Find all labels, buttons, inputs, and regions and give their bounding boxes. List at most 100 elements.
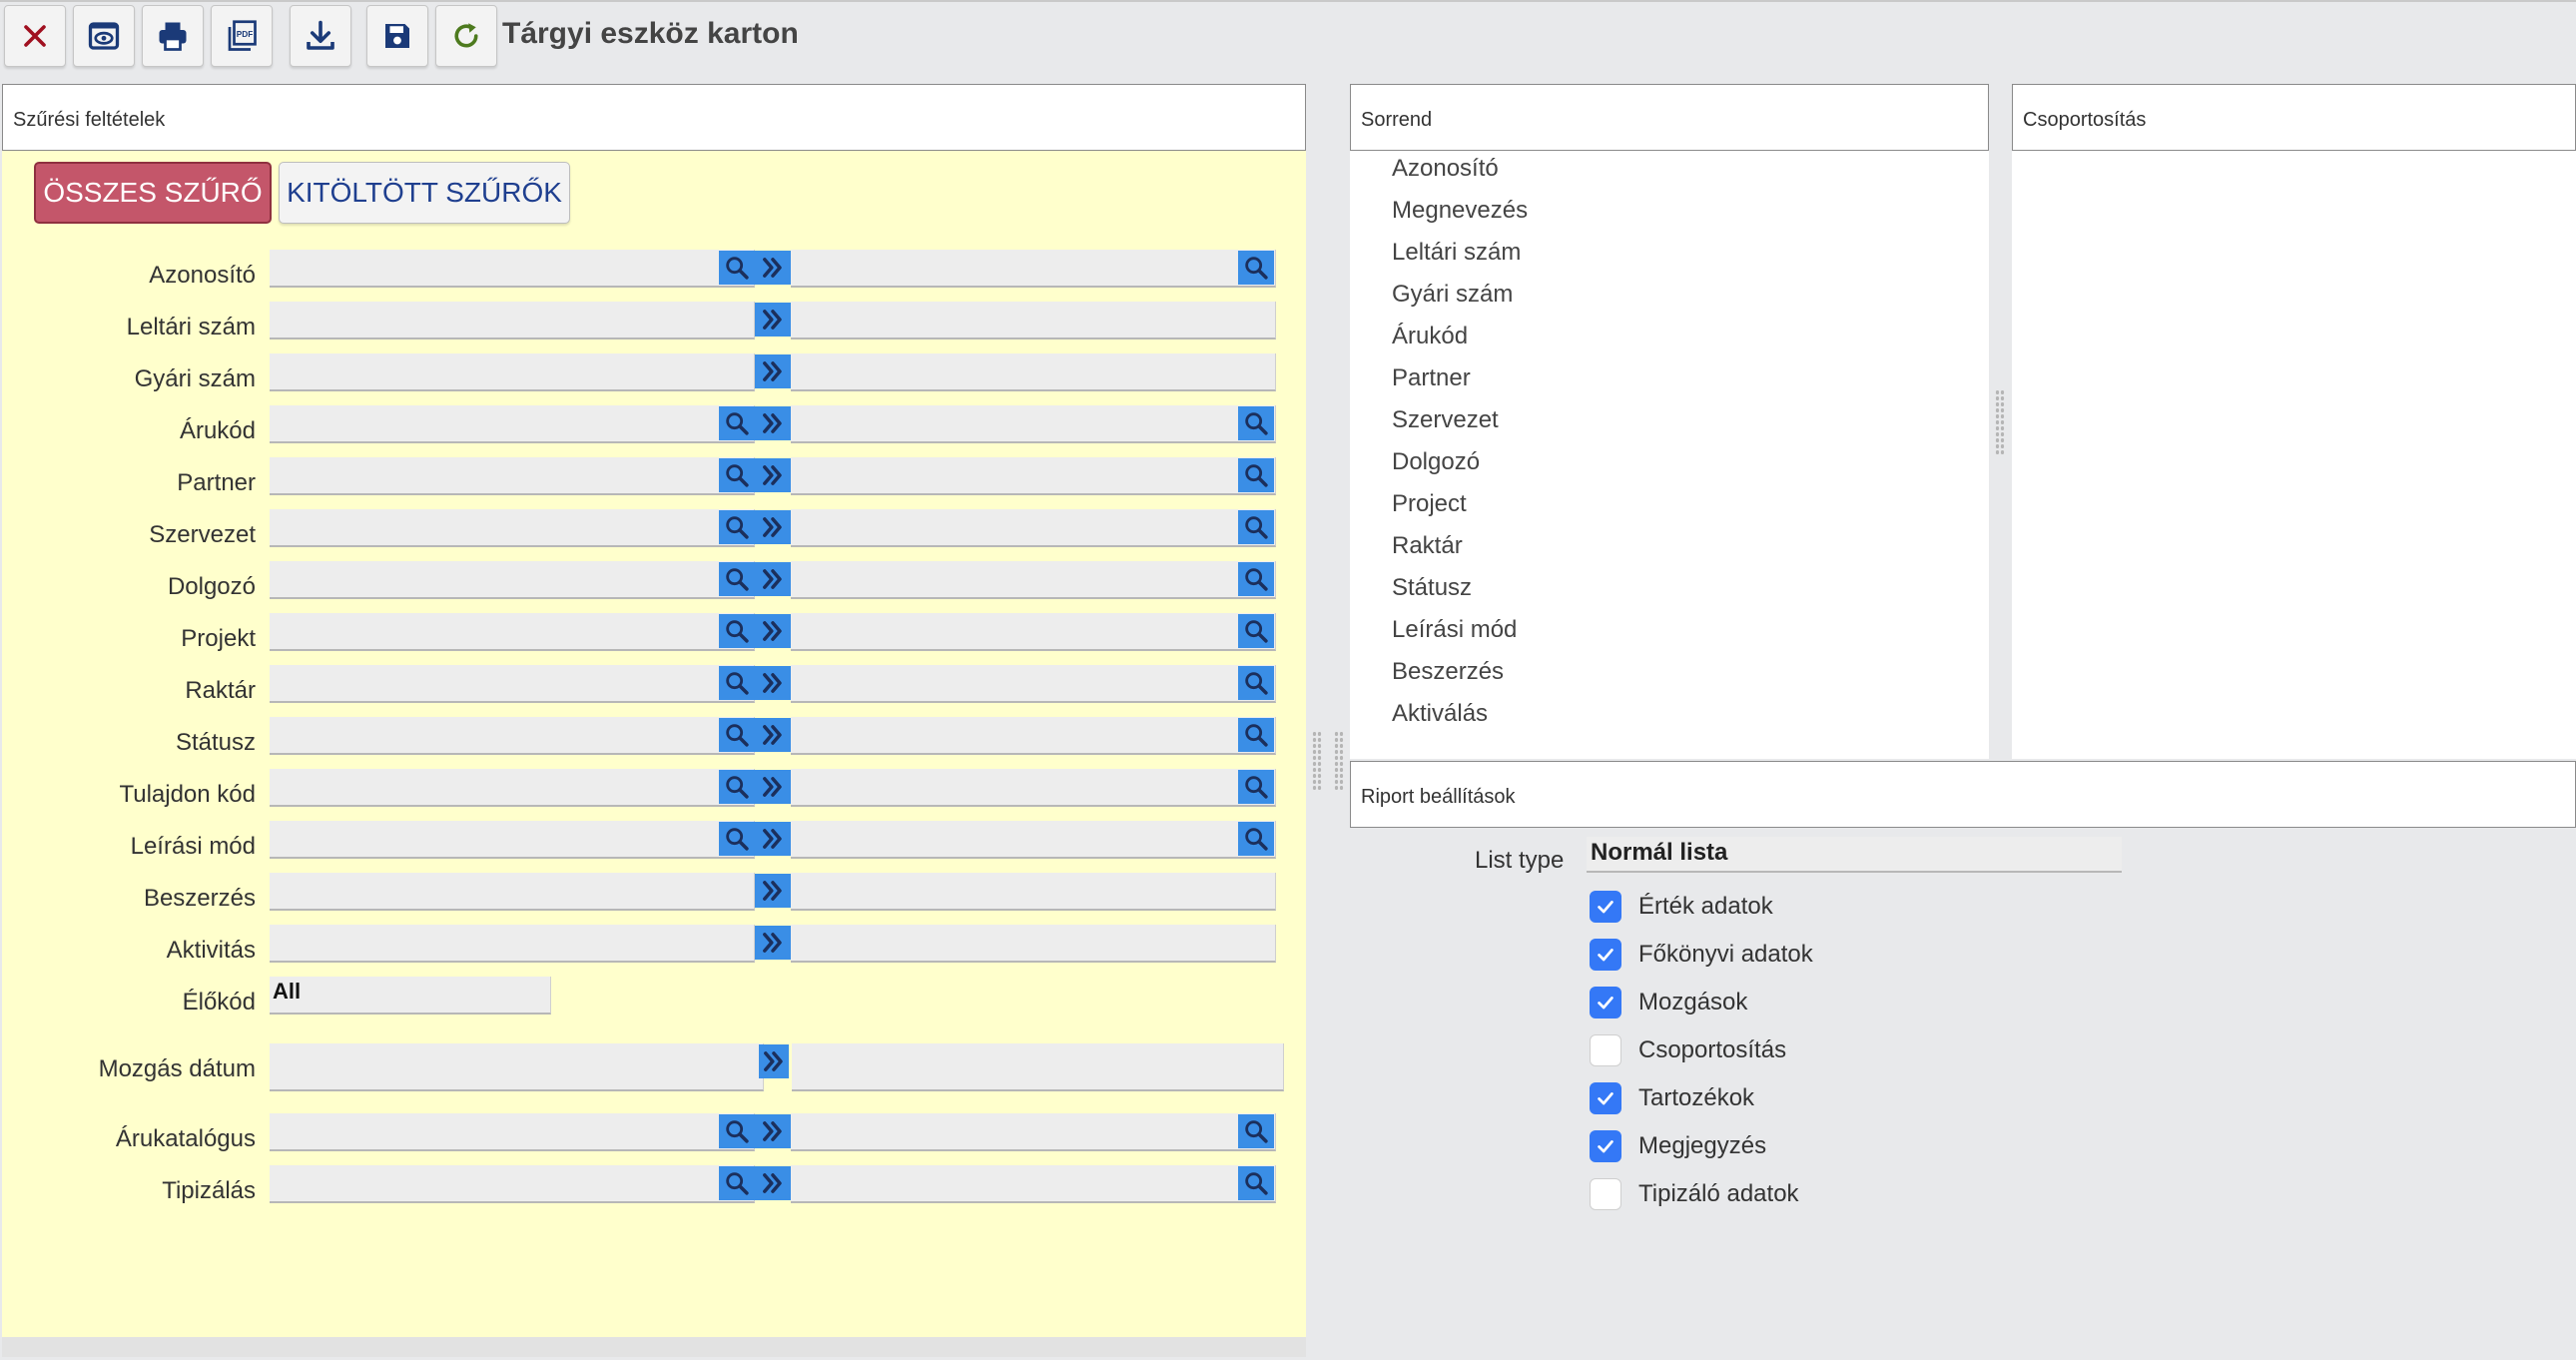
preview-button[interactable] <box>73 5 135 67</box>
filter-to-input[interactable] <box>791 457 1276 495</box>
filter-to-input[interactable] <box>791 613 1276 651</box>
range-arrow-button[interactable] <box>755 251 791 285</box>
sort-list-item[interactable]: Státusz <box>1392 574 1472 602</box>
range-arrow-button[interactable] <box>755 458 791 492</box>
range-arrow-button[interactable] <box>755 406 791 440</box>
filter-from-input[interactable] <box>270 769 755 807</box>
filter-from-input[interactable] <box>270 302 755 340</box>
checkbox-checked[interactable] <box>1590 939 1621 971</box>
sort-list-item[interactable]: Leírási mód <box>1392 616 1517 644</box>
filter-to-input[interactable] <box>791 561 1276 599</box>
search-button[interactable] <box>719 1114 755 1148</box>
sort-list-item[interactable]: Árukód <box>1392 323 1468 350</box>
report-option[interactable]: Csoportosítás <box>1590 1033 1786 1067</box>
sort-list-item[interactable]: Leltári szám <box>1392 239 1521 267</box>
filter-to-input[interactable] <box>791 925 1276 963</box>
checkbox-unchecked[interactable] <box>1590 1178 1621 1210</box>
filter-from-input[interactable] <box>270 821 755 859</box>
search-button[interactable] <box>719 822 755 856</box>
horizontal-scrollbar[interactable] <box>2 1337 1306 1357</box>
report-option[interactable]: Érték adatok <box>1590 890 1773 924</box>
search-button[interactable] <box>1238 1166 1274 1200</box>
vertical-splitter[interactable] <box>1306 82 1350 1360</box>
sort-list-item[interactable]: Raktár <box>1392 532 1463 560</box>
search-button[interactable] <box>719 666 755 700</box>
filter-to-input[interactable] <box>791 250 1276 288</box>
sort-list-item[interactable]: Azonosító <box>1392 155 1499 183</box>
filter-from-input[interactable] <box>270 925 755 963</box>
refresh-button[interactable] <box>435 5 497 67</box>
filter-from-input[interactable] <box>270 250 755 288</box>
filter-to-input[interactable] <box>792 1043 1284 1091</box>
filter-to-input[interactable] <box>791 821 1276 859</box>
search-button[interactable] <box>1238 822 1274 856</box>
search-button[interactable] <box>1238 562 1274 596</box>
search-button[interactable] <box>1238 458 1274 492</box>
search-button[interactable] <box>1238 251 1274 285</box>
filter-to-input[interactable] <box>791 302 1276 340</box>
close-button[interactable] <box>4 5 66 67</box>
range-arrow-button[interactable] <box>755 718 791 752</box>
filter-from-input[interactable] <box>270 613 755 651</box>
print-button[interactable] <box>142 5 204 67</box>
range-arrow-button[interactable] <box>755 770 791 804</box>
sort-list-item[interactable]: Gyári szám <box>1392 281 1513 309</box>
search-button[interactable] <box>719 458 755 492</box>
filter-to-input[interactable] <box>791 1165 1276 1203</box>
filter-from-input[interactable] <box>270 1043 764 1091</box>
search-button[interactable] <box>719 1166 755 1200</box>
search-button[interactable] <box>719 251 755 285</box>
filter-to-input[interactable] <box>791 1113 1276 1151</box>
list-type-select[interactable]: Normál lista <box>1587 837 2122 873</box>
report-option[interactable]: Főkönyvi adatok <box>1590 938 1813 972</box>
group-list[interactable] <box>2012 151 2576 759</box>
sort-list-item[interactable]: Dolgozó <box>1392 448 1480 476</box>
sort-list-item[interactable]: Project <box>1392 490 1467 518</box>
range-arrow-button[interactable] <box>755 510 791 544</box>
search-button[interactable] <box>1238 770 1274 804</box>
report-option[interactable]: Mozgások <box>1590 986 1747 1020</box>
filter-to-input[interactable] <box>791 353 1276 391</box>
save-button[interactable] <box>366 5 428 67</box>
search-button[interactable] <box>719 406 755 440</box>
filter-from-input[interactable] <box>270 561 755 599</box>
download-button[interactable] <box>290 5 351 67</box>
filter-to-input[interactable] <box>791 717 1276 755</box>
filter-to-input[interactable] <box>791 873 1276 911</box>
sort-list-item[interactable]: Beszerzés <box>1392 658 1504 686</box>
pdf-button[interactable]: PDF <box>211 5 273 67</box>
range-arrow-button[interactable] <box>755 666 791 700</box>
report-option[interactable]: Tipizáló adatok <box>1590 1177 1799 1211</box>
sort-list-item[interactable]: Szervezet <box>1392 406 1499 434</box>
filter-from-input[interactable] <box>270 873 755 911</box>
search-button[interactable] <box>719 718 755 752</box>
filter-from-input[interactable] <box>270 665 755 703</box>
filter-to-input[interactable] <box>791 769 1276 807</box>
checkbox-checked[interactable] <box>1590 987 1621 1019</box>
checkbox-unchecked[interactable] <box>1590 1034 1621 1066</box>
filter-from-input[interactable] <box>270 509 755 547</box>
search-button[interactable] <box>719 614 755 648</box>
filter-select[interactable]: All <box>270 977 551 1015</box>
filter-from-input[interactable] <box>270 1165 755 1203</box>
filter-to-input[interactable] <box>791 509 1276 547</box>
sort-list-item[interactable]: Partner <box>1392 364 1471 392</box>
search-button[interactable] <box>719 562 755 596</box>
report-option[interactable]: Tartozékok <box>1590 1081 1754 1115</box>
filter-to-input[interactable] <box>791 405 1276 443</box>
tab-all-filters[interactable]: ÖSSZES SZŰRŐ <box>34 162 272 224</box>
search-button[interactable] <box>1238 510 1274 544</box>
range-arrow-button[interactable] <box>755 354 791 388</box>
range-arrow-button[interactable] <box>755 874 791 908</box>
filter-from-input[interactable] <box>270 457 755 495</box>
search-button[interactable] <box>719 510 755 544</box>
search-button[interactable] <box>1238 666 1274 700</box>
search-button[interactable] <box>1238 406 1274 440</box>
tab-filled-filters[interactable]: KITÖLTÖTT SZŰRŐK <box>279 162 570 224</box>
search-button[interactable] <box>1238 614 1274 648</box>
sort-list-item[interactable]: Megnevezés <box>1392 197 1528 225</box>
range-arrow-button[interactable] <box>759 1044 789 1078</box>
search-button[interactable] <box>1238 1114 1274 1148</box>
checkbox-checked[interactable] <box>1590 1130 1621 1162</box>
checkbox-checked[interactable] <box>1590 1082 1621 1114</box>
